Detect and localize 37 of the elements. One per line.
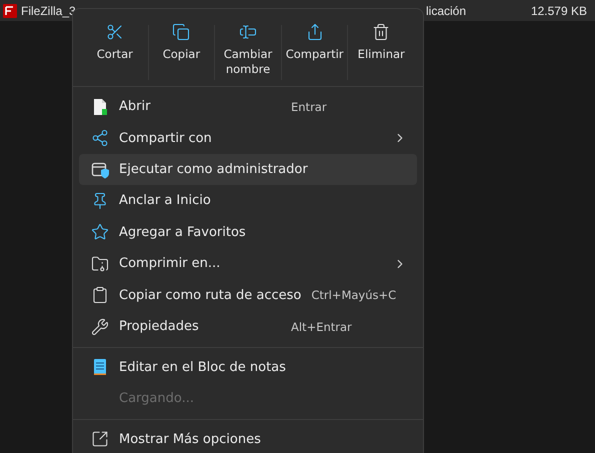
share-icon (91, 129, 109, 148)
menu-item[interactable]: Editar en el Bloc de notas (79, 352, 417, 384)
file-icon (91, 98, 109, 116)
menu-item[interactable]: Compartir con (79, 122, 417, 154)
rename-icon (239, 23, 258, 41)
notepad-icon (91, 358, 109, 376)
copy-button[interactable]: Copiar (150, 17, 214, 86)
cut-icon (106, 23, 124, 41)
app-icon (3, 4, 17, 18)
menu-item[interactable]: Abrir Entrar (79, 90, 417, 122)
menu-item[interactable]: Copiar como ruta de acceso Ctrl+Mayús+C (79, 280, 417, 312)
expand-icon (91, 430, 109, 448)
menu-item[interactable]: Propiedades Alt+Entrar (79, 311, 417, 343)
folder-zip-icon (91, 254, 109, 273)
menu-item[interactable]: Mostrar Más opciones (79, 424, 417, 453)
file-size: 12.579 KB (530, 4, 587, 18)
shield-window-icon (91, 160, 109, 179)
menu-item[interactable]: Agregar a Favoritos (79, 216, 417, 248)
menu-item[interactable]: Anclar a Inicio (79, 185, 417, 217)
clipboard-icon (91, 286, 109, 304)
menu-item[interactable]: Comprimir en... (79, 248, 417, 280)
menu-item[interactable]: Ejecutar como administrador (79, 154, 417, 186)
copy-icon (172, 23, 190, 41)
delete-icon (372, 23, 390, 41)
rename-button[interactable]: Cambiar nombre (216, 17, 280, 86)
share-icon (306, 23, 324, 41)
wrench-icon (91, 318, 109, 336)
shortcut-text: Ctrl+Mayús+C (311, 288, 396, 302)
share-button[interactable]: Compartir (282, 17, 346, 86)
delete-button[interactable]: Eliminar (349, 17, 414, 86)
cut-button[interactable]: Cortar (83, 17, 147, 86)
shortcut-text: Alt+Entrar (291, 320, 353, 334)
pin-icon (91, 192, 109, 210)
shortcut-text: Entrar (291, 100, 328, 114)
star-icon (91, 223, 109, 242)
file-name: FileZilla_3 (21, 4, 77, 18)
file-type: licación (426, 4, 468, 18)
